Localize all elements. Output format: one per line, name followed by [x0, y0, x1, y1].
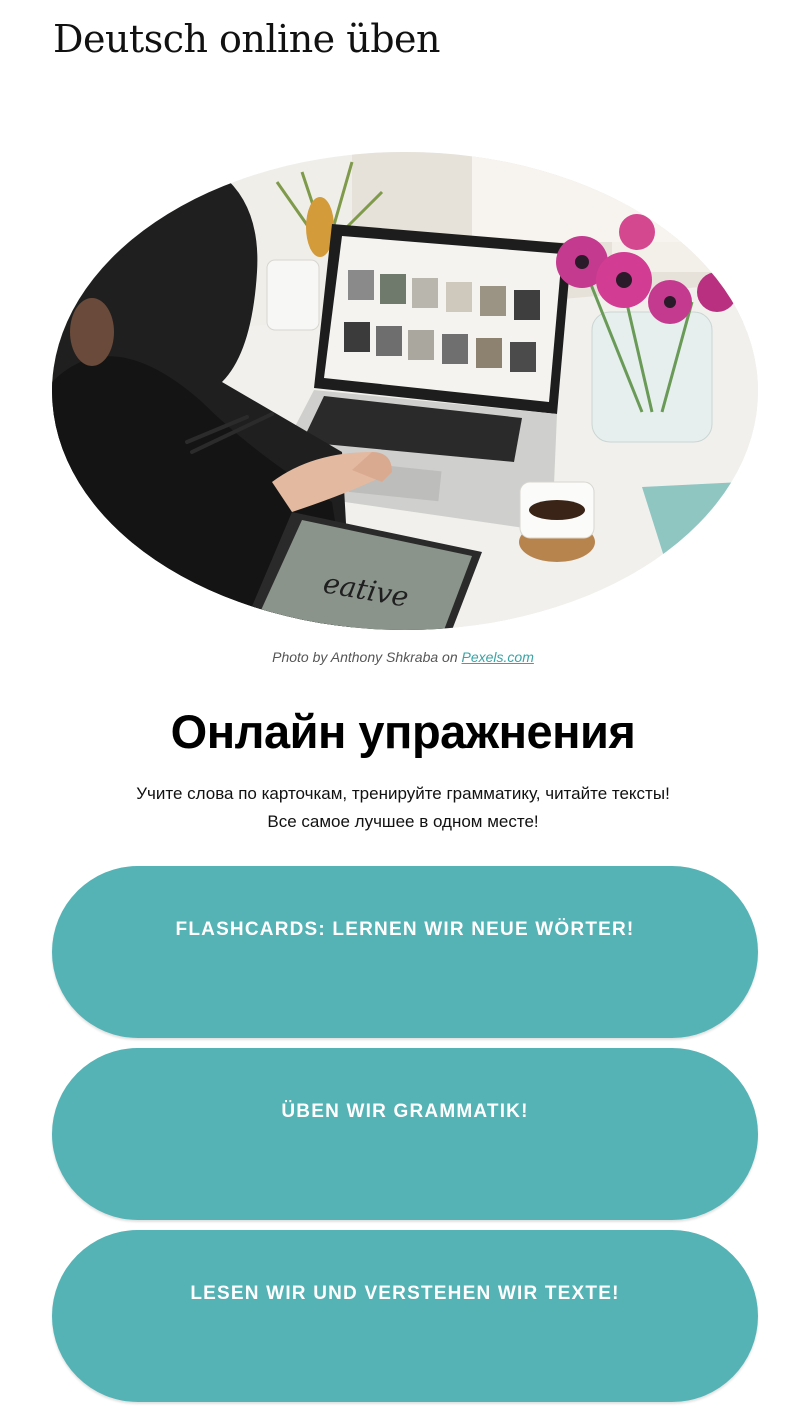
- caption-text: Photo by Anthony Shkraba on: [272, 649, 462, 665]
- intro-line-1: Учите слова по карточкам, тренируйте гра…: [136, 784, 670, 803]
- pexels-link[interactable]: Pexels.com: [462, 649, 534, 665]
- intro-text: Учите слова по карточкам, тренируйте гра…: [0, 780, 806, 836]
- intro-line-2: Все самое лучшее в одном месте!: [267, 812, 539, 831]
- reading-button[interactable]: LESEN WIR UND VERSTEHEN WIR TEXTE!: [52, 1230, 758, 1402]
- flashcards-button-label: FLASHCARDS: LERNEN WIR NEUE WÖRTER!: [175, 919, 635, 940]
- hero-photo-illustration: eative: [52, 152, 758, 630]
- reading-button-label: LESEN WIR UND VERSTEHEN WIR TEXTE!: [190, 1283, 620, 1304]
- flashcards-button[interactable]: FLASHCARDS: LERNEN WIR NEUE WÖRTER!: [52, 866, 758, 1038]
- photo-caption: Photo by Anthony Shkraba on Pexels.com: [0, 648, 806, 666]
- hero-image: eative: [52, 152, 758, 630]
- grammar-button[interactable]: ÜBEN WIR GRAMMATIK!: [52, 1048, 758, 1220]
- grammar-button-label: ÜBEN WIR GRAMMATIK!: [281, 1101, 529, 1122]
- page: Deutsch online üben eative Photo by Anth…: [0, 0, 806, 1428]
- site-title[interactable]: Deutsch online üben: [53, 14, 441, 64]
- page-heading: Онлайн упражнения: [170, 705, 636, 758]
